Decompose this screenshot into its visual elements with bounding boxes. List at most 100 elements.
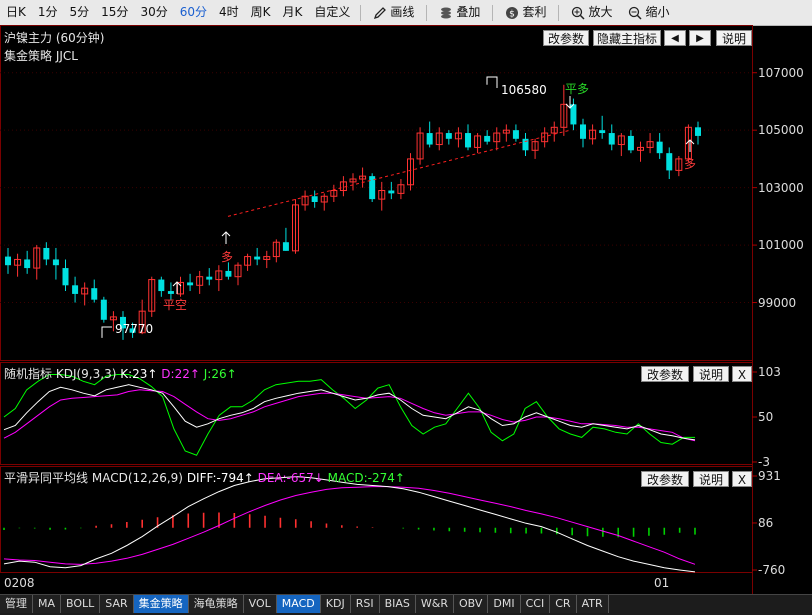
tab-ma[interactable]: MA [33, 595, 62, 613]
macd-axis-label: 931 [758, 469, 781, 483]
tab-atr[interactable]: ATR [576, 595, 609, 613]
edit-params-button[interactable]: 改参数 [543, 30, 589, 46]
candle-body-down [62, 268, 69, 286]
tab-cr[interactable]: CR [550, 595, 577, 613]
tab-cci[interactable]: CCI [520, 595, 551, 613]
macd-diff-value: DIFF:-794↑ [186, 471, 254, 485]
tab-vol[interactable]: VOL [243, 595, 277, 613]
candle-body-down [599, 130, 606, 134]
macd-edit-params-button[interactable]: 改参数 [641, 471, 689, 487]
low-price-marker [101, 326, 112, 338]
candle-body-down [311, 196, 318, 202]
signal-long: 多 [221, 250, 234, 264]
kdj-help-button[interactable]: 说明 [693, 366, 729, 382]
price-axis-label: 107000 [758, 65, 804, 80]
kdj-axis-label: -3 [758, 455, 770, 469]
candle-body-down [254, 256, 261, 260]
candle-body-down [522, 138, 529, 151]
date-start-label: 0208 [4, 576, 35, 590]
macd-diff-line [3, 476, 696, 573]
price-axis-label: 99000 [758, 295, 797, 310]
candle-body-down [627, 135, 634, 151]
candle-body-down [388, 190, 395, 194]
prev-arrow-button[interactable]: ◀ [664, 30, 686, 46]
macd-header: 平滑异同平均线 MACD(12,26,9) DIFF:-794↑ DEA:-65… [4, 469, 405, 486]
candle-body-down [695, 127, 701, 136]
tab-jjcl[interactable]: 集金策略 [133, 595, 189, 613]
price-axis-label: 105000 [758, 123, 804, 138]
kdj-k-line [3, 384, 696, 441]
candle-body-down [666, 153, 673, 171]
indicator-tabs: 管理 MA BOLL SAR 集金策略 海龟策略 VOL MACD KDJ RS… [0, 594, 812, 615]
panel-border [0, 25, 753, 361]
tab-obv[interactable]: OBV [454, 595, 489, 613]
macd-close-button[interactable]: X [732, 471, 752, 487]
strategy-label: 集金策略 JJCL [4, 49, 78, 63]
signal-close-short: 平空 [163, 298, 188, 312]
panel-frames [0, 25, 757, 594]
candle-body-down [225, 270, 232, 277]
candle-body-down [43, 247, 50, 260]
candle-body-down [465, 133, 471, 148]
tab-bias[interactable]: BIAS [379, 595, 416, 613]
low-price-label: 97770 [115, 322, 154, 336]
tab-kdj[interactable]: KDJ [320, 595, 351, 613]
macd-axis-label: 86 [758, 515, 774, 530]
kdj-d-line [3, 389, 696, 442]
tab-turtle[interactable]: 海龟策略 [188, 595, 244, 613]
macd-params: MACD(12,26,9) [91, 471, 183, 485]
candle-body-down [484, 135, 491, 142]
macd-name: 平滑异同平均线 [4, 471, 89, 485]
candle-body-down [167, 291, 174, 294]
date-mid-label: 01 [654, 576, 670, 590]
kdj-close-button[interactable]: X [732, 366, 752, 382]
tab-rsi[interactable]: RSI [350, 595, 380, 613]
macd-dea-value: DEA:-657↓ [257, 471, 324, 485]
tab-wr[interactable]: W&R [415, 595, 454, 613]
kdj-axis-label: 50 [758, 410, 774, 424]
candle-body-down [656, 141, 663, 154]
kdj-j-line [3, 374, 695, 456]
price-overlay [101, 76, 695, 338]
candle-body-down [72, 285, 79, 294]
hide-main-indicator-button[interactable]: 隐藏主指标 [593, 30, 661, 46]
price-axis-label: 101000 [758, 238, 804, 253]
tab-sar[interactable]: SAR [100, 595, 134, 613]
kdj-header: 随机指标 KDJ(9,3,3) K:23↑ D:22↑ J:26↑ [4, 365, 237, 382]
macd-series [3, 476, 696, 573]
price-axis-label: 103000 [758, 180, 804, 195]
candle-body-down [100, 299, 107, 320]
tab-dmi[interactable]: DMI [488, 595, 521, 613]
candle-body-down [282, 242, 289, 251]
kdj-axis-label: 103 [758, 365, 781, 379]
high-price-label: 106580 [501, 83, 547, 97]
candle-body-down [158, 279, 165, 292]
candle-body-down [5, 256, 11, 266]
candle-body-down [608, 133, 615, 145]
macd-dea-line [3, 486, 696, 565]
tab-boll[interactable]: BOLL [61, 595, 101, 613]
help-button[interactable]: 说明 [716, 30, 752, 46]
kdj-d-value: D:22↑ [161, 367, 200, 381]
candle-body-down [426, 133, 433, 145]
candle-body-down [24, 259, 31, 269]
kdj-series [3, 374, 696, 456]
macd-axis-label: -760 [758, 563, 786, 577]
kdj-edit-params-button[interactable]: 改参数 [641, 366, 689, 382]
candle-body-down [206, 276, 213, 280]
kdj-name: 随机指标 [4, 367, 53, 381]
kdj-j-value: J:26↑ [203, 367, 237, 381]
signal-close-long: 平多 [565, 82, 590, 96]
kdj-params: KDJ(9,3,3) [55, 367, 117, 381]
candle-body-down [445, 133, 452, 139]
kdj-k-value: K:23↑ [120, 367, 158, 381]
macd-help-button[interactable]: 说明 [693, 471, 729, 487]
tab-manage[interactable]: 管理 [0, 595, 33, 613]
candlestick-series [5, 84, 701, 340]
candle-body-down [52, 259, 59, 266]
candle-body-down [91, 288, 98, 300]
tab-macd[interactable]: MACD [276, 595, 321, 613]
next-arrow-button[interactable]: ▶ [689, 30, 711, 46]
candle-body-down [187, 282, 194, 286]
chart-canvas[interactable] [0, 0, 812, 614]
